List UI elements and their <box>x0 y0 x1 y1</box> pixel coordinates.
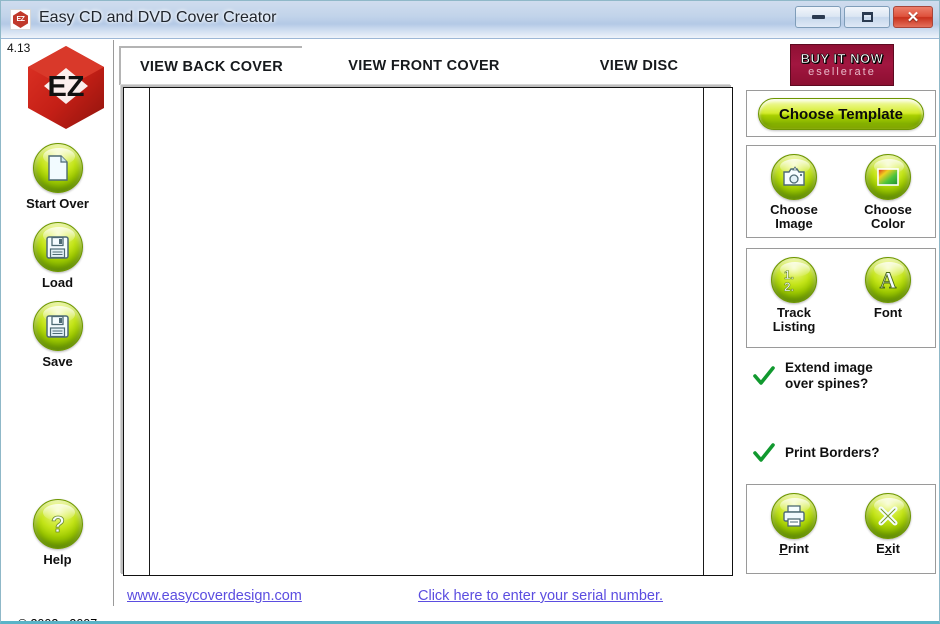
maximize-icon <box>861 12 873 22</box>
sidebar-item-start-over-label: Start Over <box>26 196 89 211</box>
print-borders-label: Print Borders? <box>785 445 880 461</box>
minimize-icon <box>811 15 825 19</box>
choose-color-label-line2: Color <box>871 216 905 232</box>
svg-text:EZ: EZ <box>47 71 84 103</box>
sidebar-item-start-over[interactable]: Start Over <box>1 143 114 212</box>
exit-label-rest: it <box>891 541 900 556</box>
maximize-button[interactable] <box>844 6 890 28</box>
floppy-disk-icon <box>46 314 69 338</box>
copyright-line-1: © 2002 - 2007 <box>17 617 98 624</box>
right-tools-panel: BUY IT NOW esellerate Choose Template Ch… <box>741 40 939 606</box>
track-listing-button-circle[interactable]: 1. 2. <box>771 257 817 303</box>
print-label-rest: rint <box>787 541 809 556</box>
left-sidebar: 4.13 EZ Start Over Load Save ? Help © 20… <box>1 40 114 621</box>
print-button[interactable]: Print <box>749 493 839 556</box>
view-tabbar: VIEW BACK COVER VIEW FRONT COVER VIEW DI… <box>119 46 739 86</box>
font-label-line1: Font <box>873 305 903 320</box>
start-over-button-circle[interactable] <box>32 143 83 193</box>
sidebar-item-help[interactable]: ? Help <box>1 499 114 568</box>
spine-divider-right <box>703 88 704 575</box>
load-button-circle[interactable] <box>32 222 83 272</box>
choose-image-label-line1: Choose <box>770 202 818 217</box>
serial-number-link[interactable]: Click here to enter your serial number. <box>418 588 663 604</box>
choose-image-label: Choose Image <box>770 202 818 232</box>
choose-image-label-line2: Image <box>775 216 813 232</box>
checkmark-icon <box>751 363 777 389</box>
extend-label-line2: over spines? <box>785 375 869 391</box>
track-font-panel: 1. 2. Track Listing A Font <box>746 248 936 348</box>
track-listing-button[interactable]: 1. 2. Track Listing <box>749 257 839 335</box>
window-titlebar: EZ Easy CD and DVD Cover Creator ✕ <box>1 1 939 39</box>
choose-image-button[interactable]: Choose Image <box>749 154 839 232</box>
camera-icon <box>783 166 805 186</box>
exit-label: Exit <box>876 541 900 556</box>
svg-text:A: A <box>880 268 897 293</box>
tab-view-disc[interactable]: VIEW DISC <box>569 46 709 85</box>
buy-banner-line-2: esellerate <box>808 65 876 78</box>
floppy-disk-icon <box>46 235 69 259</box>
save-button-circle[interactable] <box>32 301 83 351</box>
font-button[interactable]: A Font <box>843 257 933 320</box>
numbered-list-icon: 1. 2. <box>784 268 795 293</box>
cover-preview-canvas[interactable] <box>123 87 733 576</box>
font-label: Font <box>873 305 903 320</box>
track-listing-label: Track Listing <box>772 305 816 335</box>
tab-view-back-cover[interactable]: VIEW BACK COVER <box>119 46 302 85</box>
print-accel-char: P <box>779 541 788 556</box>
track-listing-label-line2: Listing <box>772 319 816 335</box>
printer-icon <box>783 505 805 527</box>
extend-image-over-spines-label: Extend image over spines? <box>785 360 873 392</box>
sidebar-item-load-label: Load <box>41 275 74 290</box>
extend-image-over-spines-checkbox[interactable]: Extend image over spines? <box>751 360 939 392</box>
print-label: Print <box>779 541 809 556</box>
choose-color-button-circle[interactable] <box>865 154 911 200</box>
ez-logo: EZ <box>28 46 104 129</box>
sidebar-item-help-label: Help <box>43 552 72 567</box>
exit-button-circle[interactable] <box>865 493 911 539</box>
app-ez-icon: EZ <box>10 9 31 30</box>
print-button-circle[interactable] <box>771 493 817 539</box>
window-title: Easy CD and DVD Cover Creator <box>39 9 277 26</box>
image-color-panel: Choose Image Choose Color <box>746 145 936 238</box>
choose-image-button-circle[interactable] <box>771 154 817 200</box>
exit-accel-char: x <box>884 541 892 556</box>
svg-text:?: ? <box>50 511 64 537</box>
help-button-circle[interactable]: ? <box>32 499 83 549</box>
question-mark-icon: ? <box>50 511 65 538</box>
template-panel: Choose Template <box>746 90 936 137</box>
choose-color-button[interactable]: Choose Color <box>843 154 933 232</box>
minimize-button[interactable] <box>795 6 841 28</box>
sidebar-item-save-label: Save <box>42 354 73 369</box>
exit-button[interactable]: Exit <box>843 493 933 556</box>
choose-color-label: Choose Color <box>864 202 912 232</box>
buy-it-now-banner[interactable]: BUY IT NOW esellerate <box>790 44 894 86</box>
checkmark-icon <box>751 440 777 466</box>
font-a-icon: A <box>879 268 897 293</box>
print-exit-panel: Print Exit <box>746 484 936 574</box>
choose-color-label-line1: Choose <box>864 202 912 217</box>
sidebar-item-save[interactable]: Save <box>1 301 114 370</box>
svg-text:2.: 2. <box>784 280 794 293</box>
sidebar-item-load[interactable]: Load <box>1 222 114 291</box>
close-button[interactable]: ✕ <box>893 6 933 28</box>
website-link[interactable]: www.easycoverdesign.com <box>127 588 302 604</box>
print-borders-checkbox[interactable]: Print Borders? <box>751 440 939 466</box>
exit-label-first: E <box>876 541 885 556</box>
tab-view-front-cover[interactable]: VIEW FRONT COVER <box>319 46 529 85</box>
copyright-notice: © 2002 - 2007 Ben Williamson <box>1 617 114 624</box>
choose-template-button[interactable]: Choose Template <box>758 98 924 130</box>
spine-divider-left <box>149 88 150 575</box>
color-swatch-icon <box>877 168 899 186</box>
extend-label-line1: Extend image <box>785 360 873 375</box>
close-x-icon <box>878 506 898 526</box>
close-icon: ✕ <box>906 8 920 26</box>
font-button-circle[interactable]: A <box>865 257 911 303</box>
application-window: EZ Easy CD and DVD Cover Creator ✕ 4.13 … <box>0 0 940 624</box>
new-document-icon <box>47 155 68 181</box>
buy-banner-line-1: BUY IT NOW <box>800 50 884 66</box>
app-icon-glyph: EZ <box>13 11 28 28</box>
track-listing-label-line1: Track <box>777 305 811 320</box>
